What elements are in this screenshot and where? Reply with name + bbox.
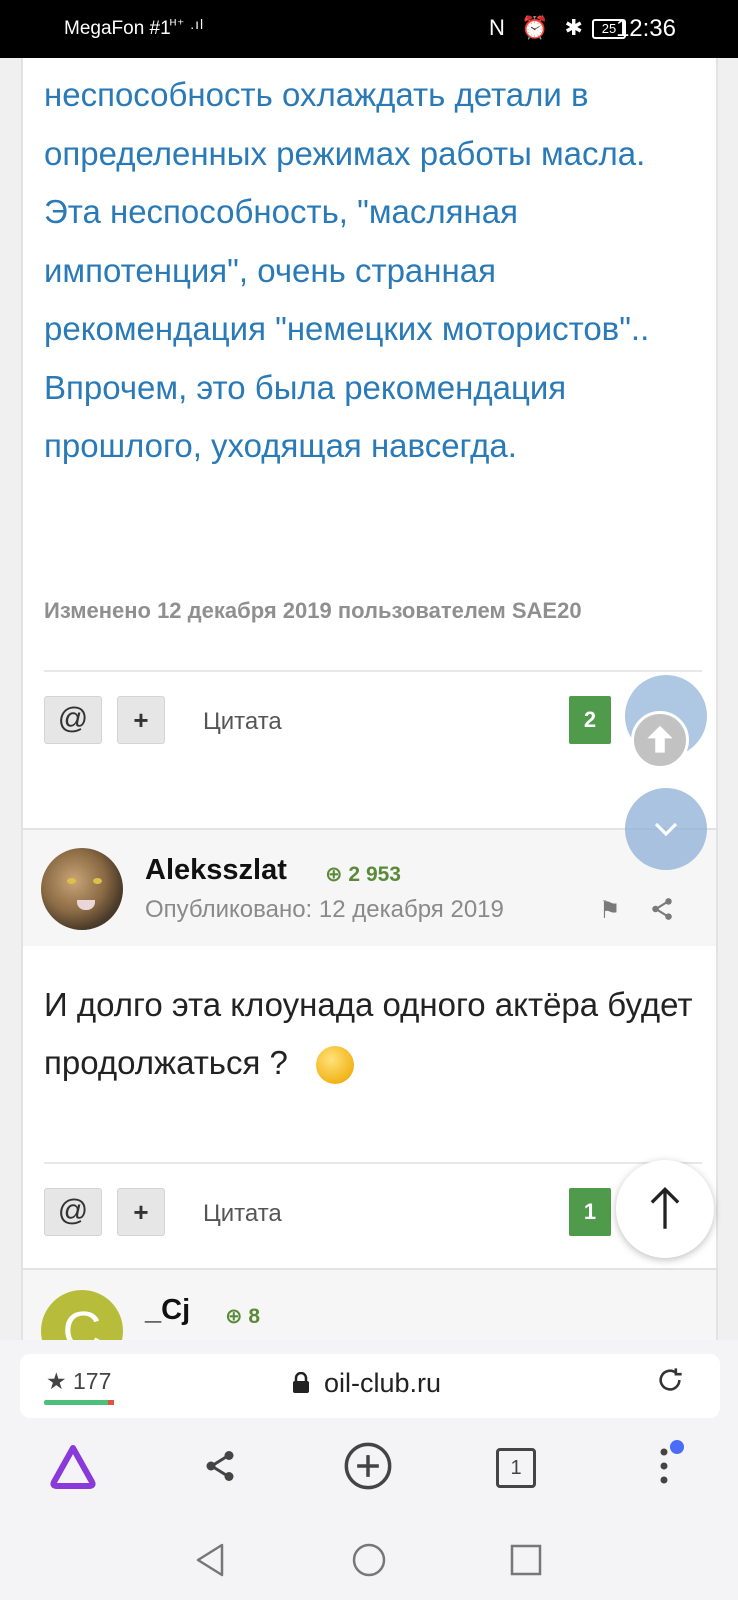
avatar-eye <box>67 878 76 884</box>
post-body: И долго эта клоунада одного актёра будет… <box>44 976 694 1092</box>
home-icon[interactable] <box>339 1530 399 1590</box>
site-rating[interactable]: ★ 177 <box>46 1368 111 1395</box>
post-card: C _Cj ⊕ 8 <box>21 1268 718 1340</box>
rating-bar <box>44 1400 114 1405</box>
browser-toolbar: ★ 177 oil-club.ru 1 <box>0 1340 738 1520</box>
back-icon[interactable] <box>180 1530 240 1590</box>
reaction-count[interactable]: 2 <box>569 696 611 744</box>
url-text[interactable]: oil-club.ru <box>324 1368 441 1399</box>
mention-button[interactable]: @ <box>44 696 102 744</box>
username[interactable]: _Cj <box>145 1294 190 1327</box>
username[interactable]: Aleksszlat <box>145 854 287 887</box>
quote-button[interactable]: Цитата <box>203 1200 282 1228</box>
post-date[interactable]: Опубликовано: 12 декабря 2019 <box>145 896 504 924</box>
post-quote-text: неспособность охлаждать детали в определ… <box>44 76 650 464</box>
chevron-down-icon[interactable] <box>625 788 707 870</box>
signal-icon: ᴴ⁺ .ıl <box>170 16 205 32</box>
status-bar: MegaFon #1 ᴴ⁺ .ıl N ⏰ ✱ 25 12:36 <box>0 0 738 58</box>
system-nav-bar <box>0 1520 738 1600</box>
notification-dot <box>670 1440 684 1454</box>
post-card: Aleksszlat ⊕ 2 953 Опубликовано: 12 дека… <box>21 828 718 1292</box>
share-icon[interactable] <box>649 896 675 929</box>
emoji-icon <box>315 1046 354 1085</box>
tab-count: 1 <box>496 1448 536 1489</box>
reputation-badge: ⊕ 8 <box>225 1305 261 1328</box>
arrow-up-icon <box>650 1186 680 1229</box>
multiquote-button[interactable]: + <box>117 1188 165 1236</box>
avatar[interactable]: C <box>41 1290 123 1340</box>
reload-icon[interactable] <box>656 1366 684 1402</box>
avatar-mouth <box>77 900 95 910</box>
quote-button[interactable]: Цитата <box>203 708 282 736</box>
post-text: И долго эта клоунада одного актёра будет… <box>44 986 693 1081</box>
tabs-button[interactable]: 1 <box>484 1434 548 1498</box>
alice-icon[interactable] <box>48 1442 98 1490</box>
carrier-name: MegaFon #1 <box>64 18 171 39</box>
new-tab-icon[interactable] <box>336 1434 400 1498</box>
divider <box>44 1162 702 1164</box>
divider <box>44 670 702 672</box>
arrow-up-icon[interactable] <box>631 711 689 769</box>
reputation-badge: ⊕ 2 953 <box>325 863 401 886</box>
edited-note: Изменено 12 декабря 2019 пользователем S… <box>44 598 582 623</box>
avatar-eye <box>93 878 102 884</box>
share-icon[interactable] <box>188 1434 252 1498</box>
mention-button[interactable]: @ <box>44 1188 102 1236</box>
post-card: неспособность охлаждать детали в определ… <box>21 58 718 856</box>
post-header: C _Cj ⊕ 8 <box>23 1270 716 1340</box>
avatar[interactable] <box>41 848 123 930</box>
post-header: Aleksszlat ⊕ 2 953 Опубликовано: 12 дека… <box>23 830 716 946</box>
browser-nav: 1 <box>0 1434 738 1514</box>
rating-bar-negative <box>108 1400 114 1405</box>
scroll-to-top-button[interactable] <box>616 1160 714 1258</box>
menu-icon[interactable] <box>632 1434 696 1498</box>
reaction-count[interactable]: 1 <box>569 1188 611 1236</box>
recents-icon[interactable] <box>496 1530 556 1590</box>
clock: 12:36 <box>615 15 676 42</box>
page-content[interactable]: неспособность охлаждать детали в определ… <box>0 58 738 1340</box>
lock-icon[interactable] <box>292 1371 310 1400</box>
flag-icon[interactable]: ⚑ <box>599 896 621 925</box>
status-icons: N ⏰ ✱ <box>489 15 588 40</box>
multiquote-button[interactable]: + <box>117 696 165 744</box>
